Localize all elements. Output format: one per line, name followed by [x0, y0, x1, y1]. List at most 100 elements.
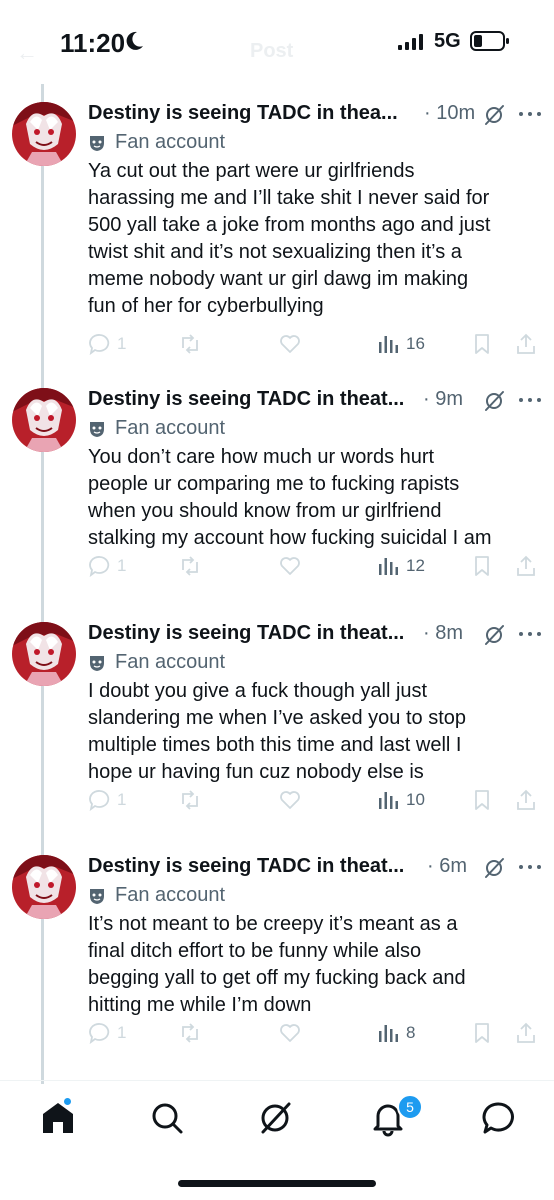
- post-text-line: hope ur having fun cuz nobody else is: [88, 761, 424, 783]
- bookmark-icon: [475, 556, 489, 576]
- home-indicator[interactable]: [178, 1180, 376, 1187]
- heart-icon: [280, 557, 300, 575]
- grok-icon[interactable]: [482, 103, 506, 127]
- mask-icon: [90, 136, 104, 151]
- notification-badge: 5: [397, 1094, 423, 1120]
- post-actions: 1 10: [88, 786, 544, 816]
- bookmark-icon: [475, 334, 489, 354]
- post-text-line: people ur comparing me to fucking rapist…: [88, 473, 460, 495]
- post-header: Destiny is seeing TADC in theat... · 9m: [88, 386, 548, 416]
- post-text-line: meme nobody want ur girl dawg im making: [88, 268, 469, 290]
- author-name[interactable]: Destiny is seeing TADC in theat...: [88, 855, 404, 878]
- status-time: 11:20: [60, 28, 126, 58]
- view-count: 10: [406, 790, 425, 809]
- reply-icon: [89, 556, 110, 578]
- grok-icon[interactable]: [482, 856, 506, 880]
- home-icon[interactable]: [38, 1098, 78, 1138]
- post-text-line: final ditch effort to be funny while als…: [88, 940, 422, 962]
- views-icon: [379, 336, 398, 353]
- avatar[interactable]: [12, 622, 76, 686]
- post-text: It’s not meant to be creepy it’s meant a…: [88, 911, 538, 1019]
- avatar[interactable]: [12, 388, 76, 452]
- grok-icon[interactable]: [482, 623, 506, 647]
- post-text-line: when you should know from ur girlfriend: [88, 500, 442, 522]
- post-text: I doubt you give a fuck though yall just…: [88, 678, 538, 786]
- post-text-line: slandering me when I’ve asked you to sto…: [88, 707, 466, 729]
- label-text: Fan account: [115, 651, 226, 673]
- status-bar: ← Post 11:20 5G: [0, 0, 554, 80]
- mask-icon: [90, 422, 104, 437]
- views-icon: [379, 1025, 398, 1042]
- heart-icon: [280, 791, 300, 809]
- post-actions: 1 8: [88, 1019, 544, 1049]
- post-header: Destiny is seeing TADC in thea... · 10m: [88, 100, 548, 130]
- back-arrow-icon[interactable]: ←: [16, 40, 38, 66]
- view-count: 12: [406, 556, 425, 575]
- reply-icon: [89, 334, 110, 356]
- reply-icon: [89, 1023, 110, 1045]
- more-icon[interactable]: [518, 630, 542, 638]
- repost-icon: [182, 334, 198, 354]
- battery-icon: [470, 31, 509, 51]
- post-actions: 1 12: [88, 552, 544, 582]
- more-icon[interactable]: [518, 110, 542, 118]
- post-text-line: stalking my account how fucking suicidal…: [88, 527, 492, 549]
- reply-count: 1: [117, 556, 127, 575]
- reply-count: 1: [117, 334, 127, 353]
- more-icon[interactable]: [518, 863, 542, 871]
- post-time[interactable]: · 9m: [423, 388, 463, 411]
- view-count: 16: [406, 334, 425, 353]
- post-text-line: multiple times both this time and last w…: [88, 734, 462, 756]
- mask-icon: [90, 889, 104, 904]
- network-type: 5G: [434, 30, 461, 52]
- share-icon: [517, 555, 535, 576]
- label-text: Fan account: [115, 417, 226, 439]
- bookmark-icon: [475, 790, 489, 810]
- post-text: Ya cut out the part were ur girlfriends h…: [88, 158, 538, 320]
- author-name[interactable]: Destiny is seeing TADC in thea...: [88, 102, 398, 125]
- repost-icon: [182, 790, 198, 810]
- thread-line: [41, 84, 44, 1084]
- heart-icon: [280, 1024, 300, 1042]
- view-count: 8: [406, 1023, 416, 1042]
- post-text: You don’t care how much ur words hurt peo…: [88, 444, 538, 552]
- reply-count: 1: [117, 790, 127, 809]
- post-text-line: It’s not meant to be creepy it’s meant a…: [88, 913, 458, 935]
- post-time[interactable]: · 6m: [427, 855, 467, 878]
- share-icon: [517, 1022, 535, 1043]
- post-header: Destiny is seeing TADC in theat... · 8m: [88, 620, 548, 650]
- post-header: Destiny is seeing TADC in theat... · 6m: [88, 853, 548, 883]
- bookmark-icon: [475, 1023, 489, 1043]
- search-icon[interactable]: [147, 1098, 187, 1138]
- signal-icon: [398, 34, 423, 50]
- post-text-line: hitting me while I’m down: [88, 994, 312, 1016]
- repost-icon: [182, 556, 198, 576]
- grok-icon[interactable]: [482, 389, 506, 413]
- post-time[interactable]: · 10m: [424, 102, 475, 125]
- grok-icon[interactable]: [255, 1098, 295, 1138]
- post-actions: 1 16: [88, 330, 544, 360]
- share-icon: [517, 333, 535, 354]
- post-text-line: 500 yall take a joke from months ago and…: [88, 214, 491, 236]
- views-icon: [379, 558, 398, 575]
- reply-icon: [89, 790, 110, 812]
- post-text-line: I doubt you give a fuck though yall just: [88, 680, 428, 702]
- label-text: Fan account: [115, 884, 226, 906]
- repost-icon: [182, 1023, 198, 1043]
- post-text-line: You don’t care how much ur words hurt: [88, 446, 435, 468]
- views-icon: [379, 792, 398, 809]
- avatar[interactable]: [12, 855, 76, 919]
- author-name[interactable]: Destiny is seeing TADC in theat...: [88, 622, 404, 645]
- post-text-line: harassing me and I’ll take shit I never …: [88, 187, 490, 209]
- more-icon[interactable]: [518, 396, 542, 404]
- author-name[interactable]: Destiny is seeing TADC in theat...: [88, 388, 404, 411]
- share-icon: [517, 789, 535, 810]
- post-text-line: Ya cut out the part were ur girlfriends: [88, 160, 415, 182]
- page-title: Post: [250, 40, 294, 62]
- post-time[interactable]: · 8m: [423, 622, 463, 645]
- moon-icon: [126, 31, 143, 50]
- messages-icon[interactable]: [479, 1098, 519, 1138]
- post-text-line: twist shit and it’s not sexualizing then…: [88, 241, 462, 263]
- avatar[interactable]: [12, 102, 76, 166]
- reply-count: 1: [117, 1023, 127, 1042]
